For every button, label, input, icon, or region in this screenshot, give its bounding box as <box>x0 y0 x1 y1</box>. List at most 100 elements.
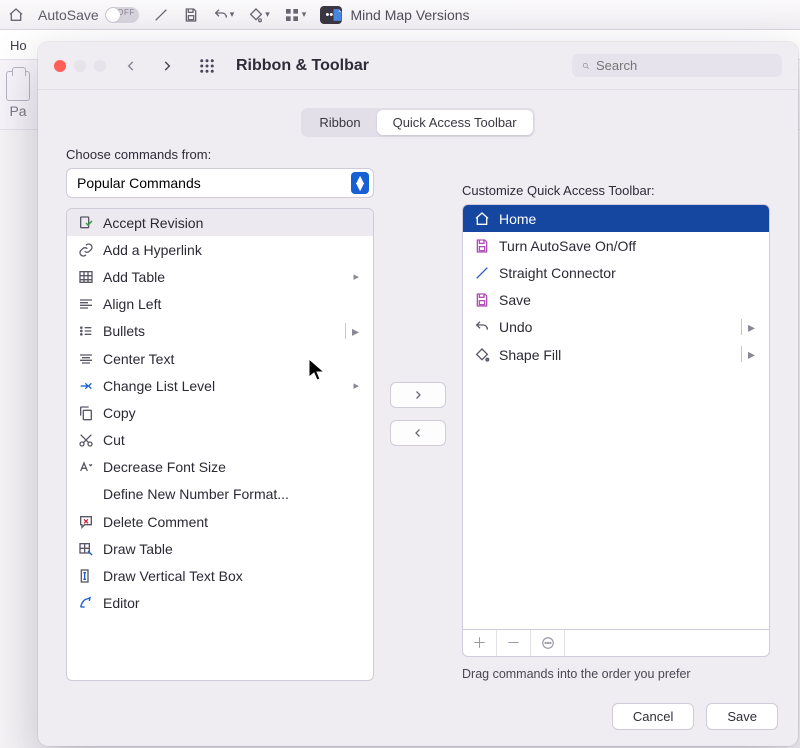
line-icon <box>473 265 491 281</box>
tab-quick-access-toolbar[interactable]: Quick Access Toolbar <box>377 110 533 135</box>
grid-icon[interactable]: ▾ <box>284 7 307 23</box>
paste-label: Pa <box>9 103 26 119</box>
list-item[interactable]: Draw Table <box>67 535 373 562</box>
home-tab[interactable]: Ho <box>4 32 33 59</box>
cancel-button[interactable]: Cancel <box>612 703 694 730</box>
list-item-label: Home <box>499 211 536 227</box>
list-item[interactable]: Editor <box>67 590 373 617</box>
fill-icon[interactable]: ▾ <box>248 7 270 23</box>
qat-list-actions: ＋ － <box>462 629 770 657</box>
search-input[interactable] <box>596 58 772 73</box>
align-left-icon <box>77 296 95 312</box>
list-item-label: Editor <box>103 595 140 611</box>
list-item[interactable]: Define New Number Format... <box>67 481 373 508</box>
autosave-icon <box>473 238 491 254</box>
list-item[interactable]: Draw Vertical Text Box <box>67 562 373 589</box>
grid-dots-icon <box>198 57 216 75</box>
editor-icon <box>77 595 95 611</box>
list-item-label: Add Table <box>103 269 165 285</box>
clipboard-icon[interactable] <box>6 71 30 101</box>
nav-back-icon[interactable] <box>120 59 142 73</box>
nav-forward-icon[interactable] <box>156 59 178 73</box>
minimize-icon[interactable] <box>74 60 86 72</box>
chevron-right-icon: ▸ <box>353 270 363 283</box>
list-item[interactable]: Align Left <box>67 291 373 318</box>
list-level-icon <box>77 378 95 394</box>
bullets-icon <box>77 323 95 339</box>
list-item[interactable]: Add a Hyperlink <box>67 236 373 263</box>
list-item-label: Delete Comment <box>103 514 208 530</box>
list-item-label: Draw Table <box>103 541 173 557</box>
window-controls <box>54 60 106 72</box>
more-icon[interactable]: ••• <box>320 6 342 24</box>
align-center-icon <box>77 351 95 367</box>
dialog-titlebar: Ribbon & Toolbar <box>38 42 798 90</box>
list-item-label: Decrease Font Size <box>103 459 226 475</box>
chevron-right-icon: ▸ <box>741 319 759 336</box>
reorder-hint: Drag commands into the order you prefer <box>462 667 770 681</box>
draw-table-icon <box>77 541 95 557</box>
save-icon[interactable] <box>183 7 199 23</box>
search-icon <box>582 59 590 73</box>
save-button[interactable]: Save <box>706 703 778 730</box>
list-item[interactable]: Accept Revision <box>67 209 373 236</box>
dialog-footer: Cancel Save <box>612 703 778 730</box>
list-item-label: Center Text <box>103 351 174 367</box>
more-actions-button[interactable] <box>531 629 565 656</box>
list-item-label: Shape Fill <box>499 347 561 363</box>
list-item[interactable]: Bullets ▸ <box>67 318 373 345</box>
list-item[interactable]: Turn AutoSave On/Off <box>463 232 769 259</box>
autosave-toggle[interactable]: AutoSave OFF <box>38 7 139 23</box>
choose-commands-label: Choose commands from: <box>66 147 374 162</box>
fill-icon <box>473 347 491 363</box>
close-icon[interactable] <box>54 60 66 72</box>
list-item[interactable]: Center Text <box>67 345 373 372</box>
list-item[interactable]: Shape Fill ▸ <box>463 341 769 368</box>
copy-icon <box>77 405 95 421</box>
search-field[interactable] <box>572 54 782 77</box>
undo-icon[interactable]: ▾ <box>213 7 235 23</box>
available-commands-list: Accept Revision Add a Hyperlink Add Table ▸… <box>66 208 374 681</box>
list-item[interactable]: Straight Connector <box>463 259 769 286</box>
app-toolbar: AutoSave OFF ▾ ▾ ▾ ••• Mind Map Versions <box>0 0 800 30</box>
list-item-label: Align Left <box>103 296 161 312</box>
home-icon <box>473 211 491 227</box>
link-icon <box>77 242 95 258</box>
save-icon <box>473 292 491 308</box>
remove-command-button[interactable] <box>390 420 446 446</box>
undo-icon <box>473 319 491 335</box>
commands-source-select[interactable]: Popular Commands ▲▼ <box>66 168 374 198</box>
font-dec-icon <box>77 459 95 475</box>
chevron-right-icon: ▸ <box>345 323 363 340</box>
add-command-button[interactable] <box>390 382 446 408</box>
del-comment-icon <box>77 514 95 530</box>
list-item-label: Undo <box>499 319 532 335</box>
list-item[interactable]: Decrease Font Size <box>67 454 373 481</box>
switch-off-icon[interactable]: OFF <box>105 7 139 23</box>
chevron-right-icon: ▸ <box>741 346 759 363</box>
list-item-label: Change List Level <box>103 378 215 394</box>
list-item[interactable]: Change List Level▸ <box>67 372 373 399</box>
current-qat-list: Home Turn AutoSave On/OffStraight Connect… <box>462 204 770 630</box>
list-item[interactable]: Undo ▸ <box>463 314 769 341</box>
list-item[interactable]: Add Table ▸ <box>67 263 373 290</box>
vtext-icon <box>77 568 95 584</box>
list-item-label: Bullets <box>103 323 145 339</box>
add-separator-button[interactable]: ＋ <box>463 629 497 656</box>
tab-ribbon[interactable]: Ribbon <box>303 110 376 135</box>
cut-icon <box>77 432 95 448</box>
list-item-label: Save <box>499 292 531 308</box>
list-item[interactable]: Delete Comment <box>67 508 373 535</box>
commands-source-value: Popular Commands <box>77 175 201 191</box>
list-item[interactable]: Copy <box>67 399 373 426</box>
list-item[interactable]: Cut <box>67 427 373 454</box>
list-item-label: Define New Number Format... <box>103 486 289 502</box>
home-icon[interactable] <box>8 7 24 23</box>
list-item-label: Add a Hyperlink <box>103 242 202 258</box>
select-stepper-icon[interactable]: ▲▼ <box>351 172 369 194</box>
list-item[interactable]: Home <box>463 205 769 232</box>
line-icon[interactable] <box>153 7 169 23</box>
zoom-icon[interactable] <box>94 60 106 72</box>
list-item[interactable]: Save <box>463 287 769 314</box>
remove-item-button[interactable]: － <box>497 629 531 656</box>
